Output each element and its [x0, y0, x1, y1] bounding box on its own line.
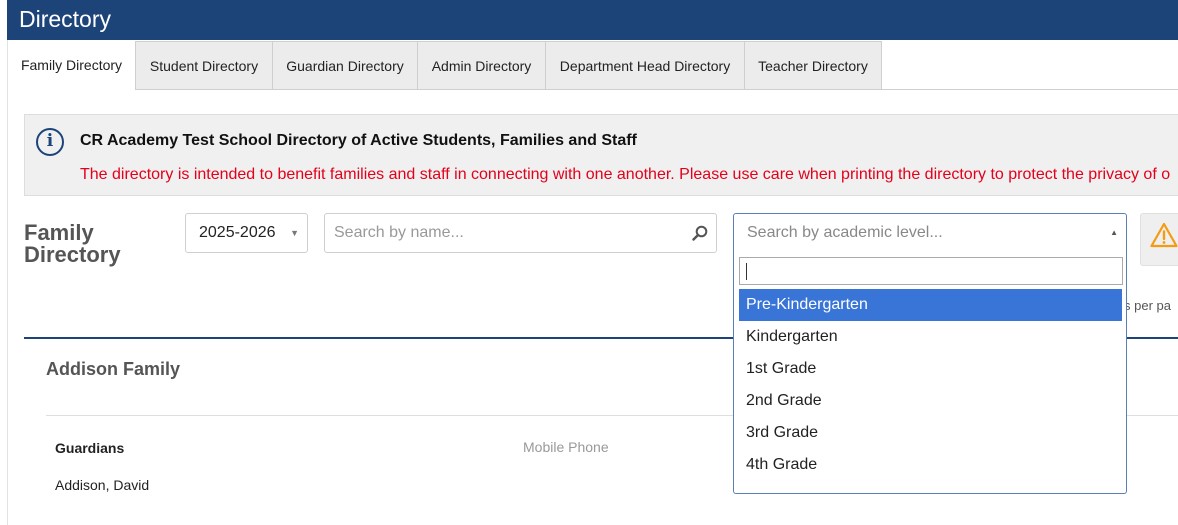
option-1st-grade[interactable]: 1st Grade [739, 353, 1122, 385]
results-per-page-label: s per pa [1124, 298, 1171, 313]
dropdown-search-input[interactable] [739, 257, 1123, 285]
tab-student-directory[interactable]: Student Directory [135, 41, 273, 90]
name-search-placeholder: Search by name... [334, 224, 464, 241]
option-kindergarten[interactable]: Kindergarten [739, 321, 1122, 353]
academic-level-options: Pre-Kindergarten Kindergarten 1st Grade … [739, 289, 1122, 481]
tab-teacher-directory[interactable]: Teacher Directory [745, 41, 882, 90]
chevron-down-icon: ▼ [290, 228, 299, 238]
notice-heading: CR Academy Test School Directory of Acti… [80, 132, 637, 149]
tab-family-directory[interactable]: Family Directory [8, 41, 135, 91]
info-icon: i [36, 128, 64, 156]
guardian-name: Addison, David [55, 477, 150, 493]
tabs-divider [881, 89, 1178, 90]
option-pre-kindergarten[interactable]: Pre-Kindergarten [739, 289, 1122, 321]
page: Directory Family Directory Student Direc… [0, 0, 1178, 525]
tab-department-head-directory[interactable]: Department Head Directory [546, 41, 745, 90]
family-directory-heading: Family Directory [24, 220, 121, 267]
tab-admin-directory[interactable]: Admin Directory [418, 41, 546, 90]
chevron-up-icon: ▲ [1110, 228, 1118, 237]
school-year-value: 2025-2026 [199, 224, 276, 241]
academic-level-select[interactable]: Search by academic level... ▲ [733, 213, 1127, 253]
option-2nd-grade[interactable]: 2nd Grade [739, 385, 1122, 417]
school-year-select[interactable]: 2025-2026 ▼ [185, 213, 308, 253]
academic-level-dropdown: Pre-Kindergarten Kindergarten 1st Grade … [733, 252, 1127, 494]
mobile-phone-label: Mobile Phone [523, 439, 609, 455]
left-border [7, 40, 8, 525]
page-title: Directory [19, 6, 112, 32]
option-3rd-grade[interactable]: 3rd Grade [739, 417, 1122, 449]
tab-guardian-directory[interactable]: Guardian Directory [273, 41, 418, 90]
warning-button[interactable] [1140, 213, 1178, 266]
guardians-label: Guardians [55, 440, 125, 456]
search-icon[interactable] [692, 225, 708, 241]
header-bar: Directory [7, 0, 1178, 40]
notice-message: The directory is intended to benefit fam… [80, 166, 1171, 183]
text-cursor [746, 263, 747, 280]
academic-level-placeholder: Search by academic level... [747, 224, 943, 241]
directory-notice: i CR Academy Test School Directory of Ac… [24, 114, 1178, 196]
warning-icon [1150, 222, 1178, 248]
name-search-input[interactable]: Search by name... [324, 213, 717, 253]
family-name: Addison Family [46, 359, 181, 379]
option-4th-grade[interactable]: 4th Grade [739, 449, 1122, 481]
